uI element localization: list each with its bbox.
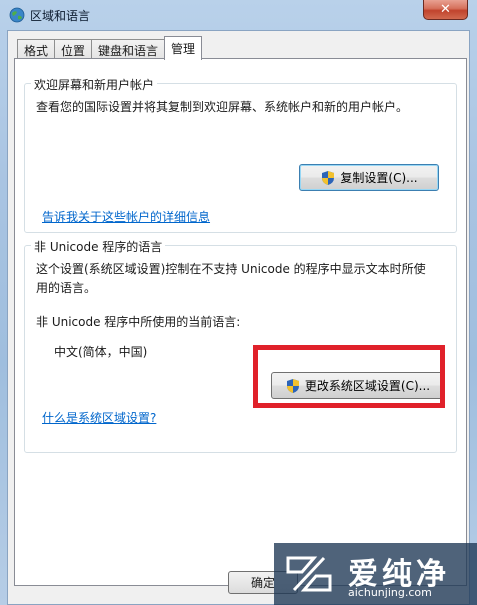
welcome-group: 欢迎屏幕和新用户帐户 查看您的国际设置并将其复制到欢迎屏幕、系统帐户和新的用户帐… [24, 76, 457, 233]
dialog-client: 格式 位置 键盘和语言 管理 欢迎屏幕和新用户帐户 查看您的国际设置并将其复制到… [7, 30, 470, 605]
watermark: 爱纯净 aichunjing.com [274, 543, 477, 605]
copy-settings-button[interactable]: 复制设置(C)... [299, 164, 439, 191]
tab-strip: 格式 位置 键盘和语言 管理 [17, 36, 203, 60]
unicode-description-line2: 用的语言。 [36, 281, 97, 295]
tab-administrative[interactable]: 管理 [164, 36, 203, 60]
current-language-value: 中文(简体，中国) [54, 345, 148, 359]
tab-keyboard-language[interactable]: 键盘和语言 [91, 39, 166, 60]
current-language-label: 非 Unicode 程序中所使用的当前语言: [36, 315, 241, 329]
globe-icon [9, 7, 25, 23]
close-icon: ✕ [440, 2, 451, 17]
account-details-link[interactable]: 告诉我关于这些帐户的详细信息 [42, 208, 210, 225]
title-bar[interactable]: 区域和语言 ✕ [0, 0, 477, 30]
unicode-description-line1: 这个设置(系统区域设置)控制在不支持 Unicode 的程序中显示文本时所使 [36, 262, 426, 276]
uac-shield-icon [322, 170, 335, 185]
copy-settings-label: 复制设置(C)... [340, 171, 418, 185]
watermark-logo-icon [286, 556, 332, 592]
welcome-group-title: 欢迎屏幕和新用户帐户 [31, 76, 158, 93]
window-frame: 区域和语言 ✕ 格式 位置 键盘和语言 管理 欢迎屏幕和新用户帐户 查看您的国际… [0, 0, 477, 605]
red-highlight-box [253, 345, 445, 408]
window-title: 区域和语言 [30, 9, 91, 23]
welcome-description: 查看您的国际设置并将其复制到欢迎屏幕、系统帐户和新的用户帐户。 [36, 100, 409, 114]
tab-location[interactable]: 位置 [54, 39, 93, 60]
unicode-group-title: 非 Unicode 程序的语言 [31, 238, 166, 255]
watermark-url: aichunjing.com [348, 586, 432, 599]
tab-panel-administrative: 欢迎屏幕和新用户帐户 查看您的国际设置并将其复制到欢迎屏幕、系统帐户和新的用户帐… [14, 58, 467, 586]
close-button[interactable]: ✕ [423, 0, 468, 20]
tab-format[interactable]: 格式 [17, 39, 56, 60]
system-locale-help-link[interactable]: 什么是系统区域设置? [42, 409, 156, 426]
